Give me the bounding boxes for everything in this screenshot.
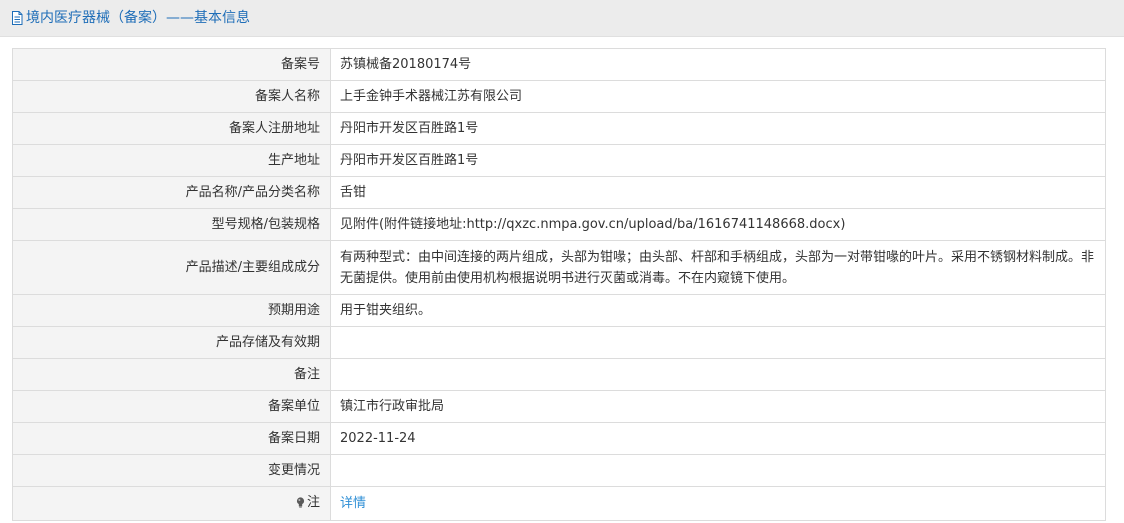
table-row: 产品描述/主要组成成分 有两种型式：由中间连接的两片组成，头部为钳喙；由头部、杆…	[12, 240, 1106, 295]
page-header: 境内医疗器械（备案）——基本信息	[0, 0, 1124, 37]
info-table: 备案号 苏镇械备20180174号 备案人名称 上手金钟手术器械江苏有限公司 备…	[12, 48, 1106, 521]
field-value: 用于钳夹组织。	[330, 294, 1106, 327]
field-value: 上手金钟手术器械江苏有限公司	[330, 80, 1106, 113]
field-label: 备案人名称	[12, 80, 331, 113]
field-label: 产品存储及有效期	[12, 326, 331, 359]
field-value: 丹阳市开发区百胜路1号	[330, 112, 1106, 145]
field-label: 产品名称/产品分类名称	[12, 176, 331, 209]
field-value: 苏镇械备20180174号	[330, 48, 1106, 81]
field-label: 预期用途	[12, 294, 331, 327]
table-row: 备案人名称 上手金钟手术器械江苏有限公司	[12, 80, 1106, 113]
lightbulb-icon	[296, 497, 305, 508]
note-label-cell: 注	[12, 486, 331, 521]
field-label: 备案单位	[12, 390, 331, 423]
table-row: 备注	[12, 358, 1106, 391]
info-table-wrapper: 备案号 苏镇械备20180174号 备案人名称 上手金钟手术器械江苏有限公司 备…	[12, 48, 1106, 521]
field-value: 镇江市行政审批局	[330, 390, 1106, 423]
table-row: 预期用途 用于钳夹组织。	[12, 294, 1106, 327]
field-value	[330, 358, 1106, 391]
table-row: 备案号 苏镇械备20180174号	[12, 48, 1106, 81]
table-row: 备案人注册地址 丹阳市开发区百胜路1号	[12, 112, 1106, 145]
field-value: 见附件(附件链接地址:http://qxzc.nmpa.gov.cn/uploa…	[330, 208, 1106, 241]
field-value: 2022-11-24	[330, 422, 1106, 455]
note-value-cell: 详情	[330, 486, 1106, 521]
field-label: 型号规格/包装规格	[12, 208, 331, 241]
field-label: 产品描述/主要组成成分	[12, 240, 331, 295]
note-label-text: 注	[306, 495, 320, 510]
table-row: 备案日期 2022-11-24	[12, 422, 1106, 455]
page-title-text: 境内医疗器械（备案）——基本信息	[26, 10, 250, 26]
document-icon	[12, 11, 23, 25]
table-row: 备案单位 镇江市行政审批局	[12, 390, 1106, 423]
field-label: 备案号	[12, 48, 331, 81]
field-value	[330, 326, 1106, 359]
details-link[interactable]: 详情	[340, 496, 366, 511]
field-label: 备注	[12, 358, 331, 391]
table-row: 型号规格/包装规格 见附件(附件链接地址:http://qxzc.nmpa.go…	[12, 208, 1106, 241]
field-label: 生产地址	[12, 144, 331, 177]
table-row: 变更情况	[12, 454, 1106, 487]
field-label: 备案日期	[12, 422, 331, 455]
field-label: 变更情况	[12, 454, 331, 487]
field-value	[330, 454, 1106, 487]
table-row: 产品存储及有效期	[12, 326, 1106, 359]
table-row-note: 注 详情	[12, 486, 1106, 521]
page-title: 境内医疗器械（备案）——基本信息	[11, 9, 250, 27]
field-value: 丹阳市开发区百胜路1号	[330, 144, 1106, 177]
table-row: 生产地址 丹阳市开发区百胜路1号	[12, 144, 1106, 177]
field-label: 备案人注册地址	[12, 112, 331, 145]
table-row: 产品名称/产品分类名称 舌钳	[12, 176, 1106, 209]
field-value: 有两种型式：由中间连接的两片组成，头部为钳喙；由头部、杆部和手柄组成，头部为一对…	[330, 240, 1106, 295]
note-label: 注	[296, 492, 320, 513]
field-value: 舌钳	[330, 176, 1106, 209]
